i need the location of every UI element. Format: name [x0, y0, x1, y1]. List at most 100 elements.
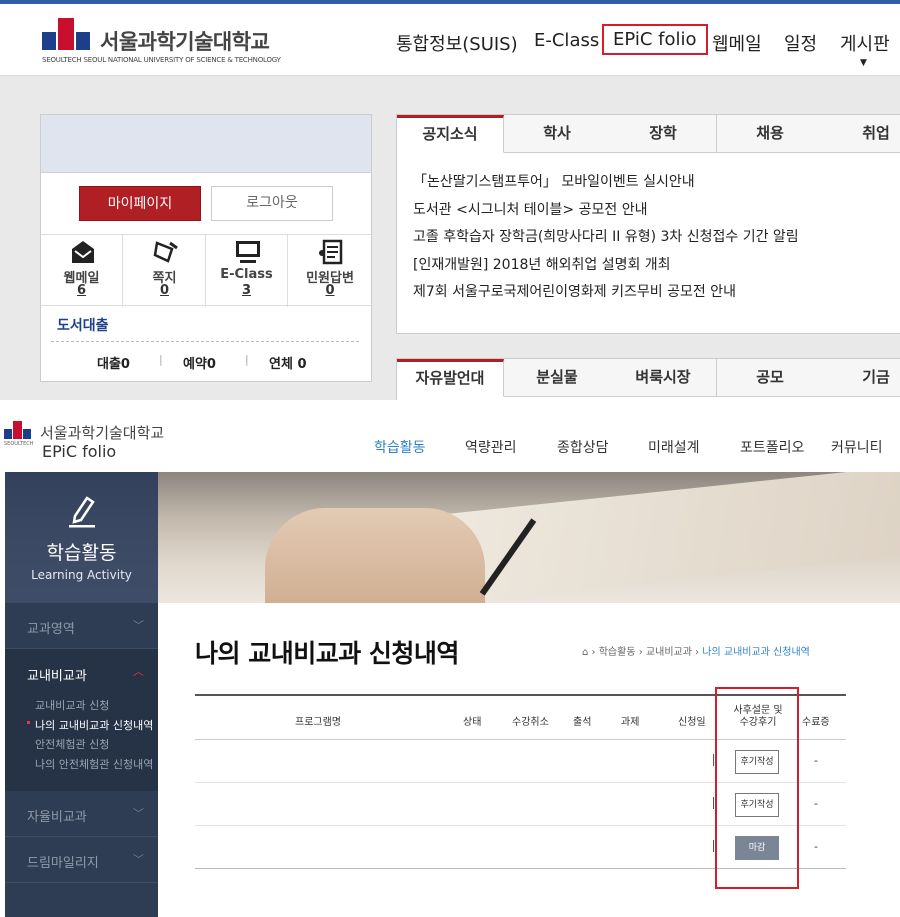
nav-webmail[interactable]: 웹메일 — [712, 30, 762, 56]
notice-tabs: 공지소식 학사 장학 채용 취업 — [397, 115, 900, 153]
col-certificate: 수료증 — [802, 717, 830, 728]
breadcrumb-sep: › — [591, 647, 599, 658]
tab-contest[interactable]: 공모 — [717, 359, 824, 397]
submenu-my-safety[interactable]: 나의 안전체험관 신청내역 — [35, 756, 153, 776]
monitor-icon — [236, 241, 260, 263]
nav-community[interactable]: 커뮤니티 — [831, 437, 883, 457]
nav-competency[interactable]: 역량관리 — [465, 437, 517, 457]
col-cancel: 수강취소 — [512, 717, 549, 728]
quick-note[interactable]: 쪽지 0 — [124, 235, 206, 307]
quick-count[interactable]: 0 — [289, 283, 371, 298]
tab-fund[interactable]: 기금 — [823, 359, 900, 397]
tab-scholarship[interactable]: 장학 — [610, 115, 717, 153]
document-icon — [319, 239, 343, 265]
col-assignment: 과제 — [621, 717, 640, 728]
chevron-down-icon: ﹀ — [133, 853, 144, 866]
library-title[interactable]: 도서대출 — [57, 315, 109, 335]
university-logo[interactable]: 서울과학기술대학교 SEOULTECH SEOUL NATIONAL UNIVE… — [42, 16, 282, 66]
chevron-down-icon: ﹀ — [133, 619, 144, 632]
pencil-icon — [69, 496, 95, 528]
sidebar-item-label: 교내비교과 — [27, 669, 87, 684]
sidebar-item-autonomous[interactable]: 자율비교과 ﹀ — [5, 791, 158, 837]
tab-academic[interactable]: 학사 — [504, 115, 611, 153]
epic-main-nav: 학습활동 역량관리 종합상담 미래설계 포트폴리오 커뮤니티 — [0, 437, 900, 461]
hero-book-image — [425, 472, 900, 603]
nav-schedule[interactable]: 일정 — [784, 30, 817, 56]
profile-header — [41, 115, 371, 173]
notice-list: 「논산딸기스탬프투어」 모바일이벤트 실시안내 도서관 <시그니처 테이블> 공… — [413, 171, 799, 309]
quick-civil-reply[interactable]: 민원답변 0 — [289, 235, 371, 307]
tab-lost-found[interactable]: 분실물 — [504, 359, 611, 397]
nav-suis[interactable]: 통합정보(SUIS) — [396, 30, 518, 56]
col-attendance: 출석 — [573, 717, 592, 728]
breadcrumb-current: 나의 교내비교과 신청내역 — [702, 647, 810, 658]
breadcrumb: ⌂ › 학습활동 › 교내비교과 › 나의 교내비교과 신청내역 — [582, 643, 810, 658]
sidebar-submenu: 교내비교과 신청 나의 교내비교과 신청내역 안전체험관 신청 나의 안전체험관… — [35, 697, 153, 775]
sidebar-item-curricular[interactable]: 교과영역 ﹀ — [5, 603, 158, 649]
certificate-value: - — [814, 797, 818, 810]
logout-button[interactable]: 로그아웃 — [211, 186, 333, 221]
page-title: 나의 교내비교과 신청내역 — [195, 639, 459, 668]
nav-board[interactable]: 게시판 — [840, 30, 890, 56]
epic-folio-screenshot: SEOULTECH 서울과학기술대학교 EPiC folio 학습활동 역량관리… — [0, 401, 900, 917]
nav-portfolio[interactable]: 포트폴리오 — [740, 437, 804, 457]
sidebar-item-extracurricular[interactable]: 교내비교과 ︿ 교내비교과 신청 나의 교내비교과 신청내역 안전체험관 신청 … — [5, 649, 158, 791]
sidebar-item-label: 교과영역 — [27, 622, 75, 637]
nav-future-design[interactable]: 미래설계 — [648, 437, 700, 457]
nav-eclass[interactable]: E-Class — [534, 30, 599, 51]
nav-epic-folio[interactable]: EPiC folio — [602, 24, 708, 55]
sidebar: 교과영역 ﹀ 교내비교과 ︿ 교내비교과 신청 나의 교내비교과 신청내역 안전… — [5, 603, 158, 917]
notice-item[interactable]: 제7회 서울구로국제어린이영화제 키즈무비 공모전 안내 — [413, 281, 799, 309]
hero-subtitle: Learning Activity — [31, 568, 132, 582]
highlight-box — [715, 687, 799, 889]
notice-item[interactable]: [인재개발원] 2018년 해외취업 설명회 개최 — [413, 254, 799, 282]
breadcrumb-sep: › — [638, 647, 646, 658]
notice-panel: 공지소식 학사 장학 채용 취업 「논산딸기스탬프투어」 모바일이벤트 실시안내… — [396, 114, 900, 334]
breadcrumb-item[interactable]: 교내비교과 — [646, 647, 692, 658]
certificate-value: - — [814, 754, 818, 767]
divider — [51, 341, 359, 342]
mail-icon — [72, 241, 94, 263]
logo-english-name: SEOULTECH SEOUL NATIONAL UNIVERSITY OF S… — [42, 56, 281, 64]
current-marker-icon — [27, 721, 30, 724]
quick-count[interactable]: 6 — [41, 283, 122, 298]
cell-marker — [713, 754, 714, 766]
quick-count[interactable]: 3 — [206, 283, 287, 298]
logo-korean-name: 서울과학기술대학교 — [100, 30, 270, 54]
certificate-value: - — [814, 840, 818, 853]
chevron-up-icon: ︿ — [133, 665, 144, 678]
nav-counseling[interactable]: 종합상담 — [557, 437, 609, 457]
tab-notice[interactable]: 공지소식 — [397, 115, 504, 153]
breadcrumb-item[interactable]: 학습활동 — [599, 647, 636, 658]
cell-marker — [713, 840, 714, 852]
submenu-my-applications[interactable]: 나의 교내비교과 신청내역 — [35, 717, 153, 737]
hero-banner: 학습활동 Learning Activity — [5, 472, 900, 603]
tab-free-speech[interactable]: 자유발언대 — [397, 359, 504, 397]
nav-learning-activity[interactable]: 학습활동 — [374, 437, 426, 457]
sidebar-item-label: 드림마일리지 — [27, 856, 99, 871]
library-reserve: 예약0 — [183, 357, 216, 372]
separator: | — [159, 353, 163, 366]
separator: | — [245, 353, 249, 366]
caret-down-icon: ▼ — [860, 58, 867, 68]
tab-flea-market[interactable]: 벼룩시장 — [610, 359, 717, 397]
quick-count[interactable]: 0 — [124, 283, 205, 298]
hero-title: 학습활동 — [46, 542, 117, 564]
chevron-down-icon: ﹀ — [133, 807, 144, 820]
notice-item[interactable]: 도서관 <시그니처 테이블> 공모전 안내 — [413, 199, 799, 227]
sidebar-item-dream-mileage[interactable]: 드림마일리지 ﹀ — [5, 837, 158, 883]
quick-eclass[interactable]: E-Class 3 — [206, 235, 288, 307]
quick-webmail[interactable]: 웹메일 6 — [41, 235, 123, 307]
cell-marker — [713, 797, 714, 809]
notice-item[interactable]: 「논산딸기스탬프투어」 모바일이벤트 실시안내 — [413, 171, 799, 199]
mypage-button[interactable]: 마이페이지 — [79, 186, 201, 221]
tab-recruit[interactable]: 채용 — [717, 115, 824, 153]
hero-hand-image — [265, 508, 485, 603]
col-apply-date: 신청일 — [678, 717, 706, 728]
notice-item[interactable]: 고졸 후학습자 장학금(희망사다리 II 유형) 3차 신청접수 기간 알림 — [413, 226, 799, 254]
submenu-apply[interactable]: 교내비교과 신청 — [35, 697, 153, 717]
tab-employment[interactable]: 취업 — [823, 115, 900, 153]
submenu-safety-apply[interactable]: 안전체험관 신청 — [35, 736, 153, 756]
library-overdue: 연체 0 — [269, 357, 307, 372]
home-icon[interactable]: ⌂ — [582, 647, 588, 658]
